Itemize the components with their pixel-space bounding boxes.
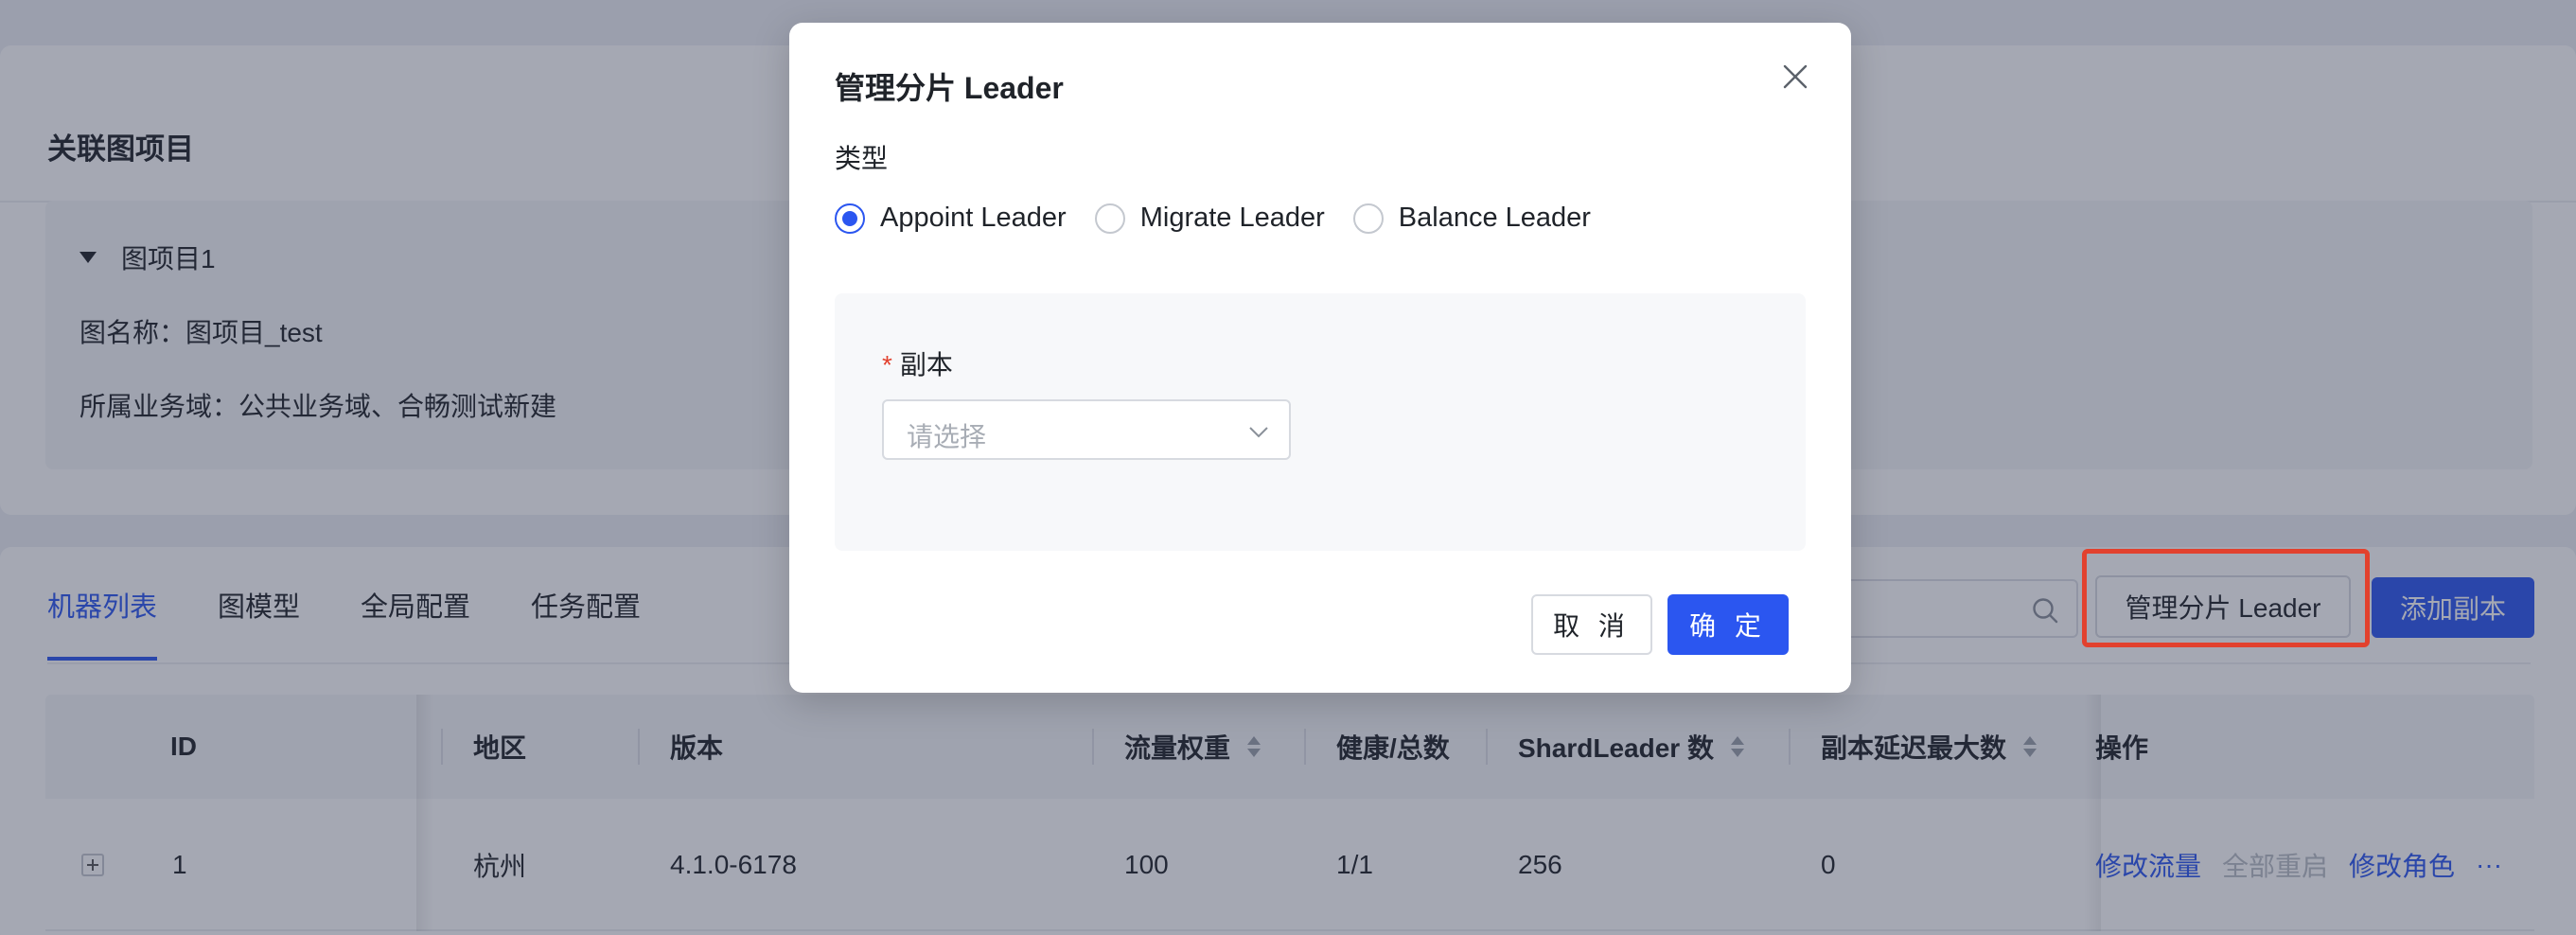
radio-label: Appoint Leader <box>880 203 1067 233</box>
radio-label: Migrate Leader <box>1139 203 1325 233</box>
replica-form-panel: * 副本 请选择 <box>835 293 1806 551</box>
radio-balance-leader[interactable]: Balance Leader <box>1352 203 1591 234</box>
select-placeholder: 请选择 <box>907 422 987 451</box>
radio-label: Balance Leader <box>1398 203 1591 233</box>
type-radio-group: Appoint Leader Migrate Leader Balance Le… <box>835 203 1619 234</box>
radio-checked-icon <box>835 203 865 234</box>
radio-appoint-leader[interactable]: Appoint Leader <box>835 203 1067 234</box>
replica-select[interactable]: 请选择 <box>882 399 1291 460</box>
confirm-button[interactable]: 确 定 <box>1667 594 1789 655</box>
required-mark: * <box>882 350 892 379</box>
replica-label: * 副本 <box>882 344 953 382</box>
dialog-title: 管理分片 Leader <box>835 71 1064 105</box>
radio-migrate-leader[interactable]: Migrate Leader <box>1094 203 1325 234</box>
cancel-button[interactable]: 取 消 <box>1531 594 1652 655</box>
type-label: 类型 <box>835 144 889 173</box>
chevron-down-icon <box>1249 427 1268 438</box>
highlight-box <box>2082 549 2370 647</box>
radio-unchecked-icon <box>1094 203 1125 234</box>
close-icon[interactable] <box>1781 62 1809 91</box>
radio-unchecked-icon <box>1352 203 1384 234</box>
manage-shard-leader-dialog: 管理分片 Leader 类型 Appoint Leader Migrate Le… <box>789 23 1851 693</box>
replica-label-text: 副本 <box>899 350 953 379</box>
